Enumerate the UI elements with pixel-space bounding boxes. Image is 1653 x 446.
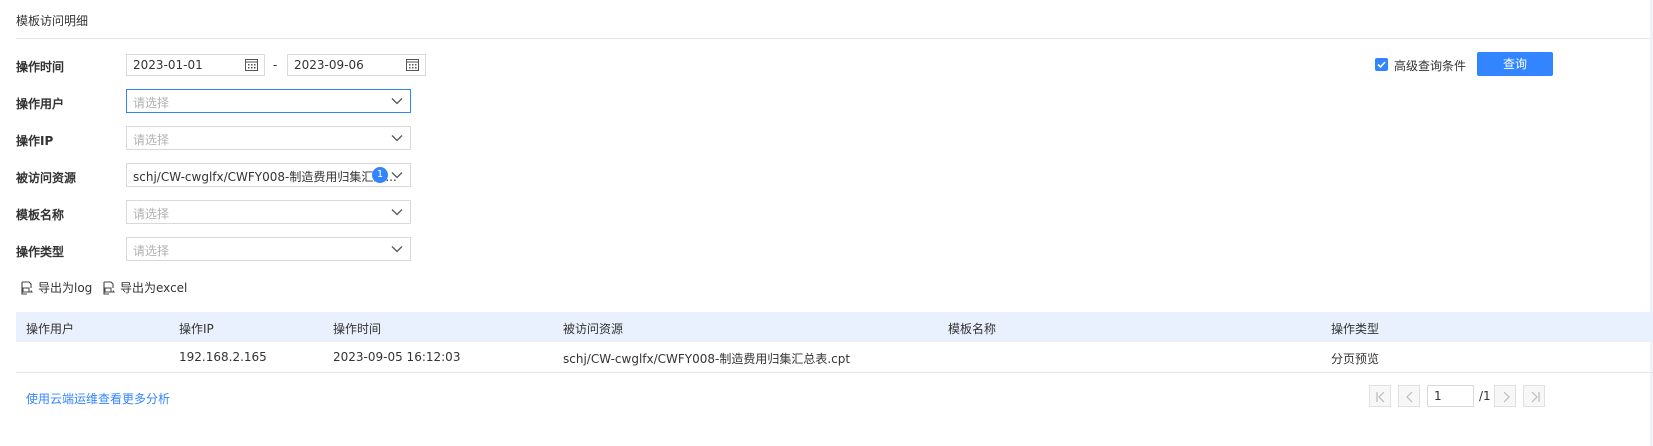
- query-button[interactable]: 查询: [1477, 52, 1553, 76]
- last-page-button[interactable]: [1523, 385, 1545, 407]
- export-log-button[interactable]: 导出为log: [20, 279, 92, 296]
- export-excel-label: 导出为excel: [120, 281, 188, 295]
- type-label: 操作类型: [16, 245, 65, 259]
- advanced-checkbox[interactable]: [1375, 58, 1388, 71]
- resource-value: schj/CW-cwglfx/CWFY008-制造费用归集汇总...: [133, 170, 397, 184]
- user-placeholder: 请选择: [133, 96, 170, 110]
- chevron-right-icon: [1503, 391, 1510, 403]
- date-separator: -: [273, 58, 278, 72]
- first-page-button[interactable]: [1369, 385, 1391, 407]
- chevron-down-icon: [391, 172, 403, 179]
- template-access-panel: 模板访问明细 操作时间 2023-01-01 - 2023-09-06 高级查询…: [0, 0, 1653, 446]
- cell-resource: schj/CW-cwglfx/CWFY008-制造费用归集汇总表.cpt: [563, 352, 851, 366]
- time-label: 操作时间: [16, 60, 65, 74]
- next-page-button[interactable]: [1494, 385, 1516, 407]
- date-from-value: 2023-01-01: [133, 58, 203, 72]
- first-page-icon: [1376, 391, 1385, 403]
- page-number-input[interactable]: 1: [1427, 385, 1474, 407]
- cell-time: 2023-09-05 16:12:03: [333, 350, 461, 364]
- check-icon: [1377, 61, 1386, 69]
- export-excel-button[interactable]: 导出为excel: [102, 279, 187, 296]
- date-from-input[interactable]: 2023-01-01: [126, 54, 265, 76]
- ip-placeholder: 请选择: [133, 133, 170, 147]
- export-log-label: 导出为log: [38, 281, 93, 295]
- column-header-type[interactable]: 操作类型: [1331, 320, 1379, 337]
- cell-type: 分页预览: [1331, 352, 1380, 366]
- export-file-icon: [21, 280, 33, 295]
- chevron-down-icon: [391, 209, 403, 216]
- date-to-value: 2023-09-06: [294, 58, 364, 72]
- column-header-user[interactable]: 操作用户: [26, 320, 74, 337]
- type-placeholder: 请选择: [133, 244, 170, 258]
- date-to-input[interactable]: 2023-09-06: [287, 54, 426, 76]
- cell-ip: 192.168.2.165: [179, 350, 267, 364]
- table-header: 操作用户 操作IP 操作时间 被访问资源 模板名称 操作类型: [16, 312, 1653, 342]
- user-select[interactable]: 请选择: [126, 89, 411, 113]
- chevron-down-icon: [391, 246, 403, 253]
- chevron-down-icon: [391, 135, 403, 142]
- resource-select[interactable]: schj/CW-cwglfx/CWFY008-制造费用归集汇总... 1: [126, 163, 411, 187]
- calendar-icon[interactable]: [406, 58, 419, 71]
- advanced-label[interactable]: 高级查询条件: [1394, 57, 1466, 74]
- calendar-icon[interactable]: [245, 58, 258, 71]
- export-file-icon: [103, 280, 115, 295]
- page-total: /1: [1479, 389, 1491, 403]
- cloud-analysis-link[interactable]: 使用云端运维查看更多分析: [26, 390, 170, 407]
- column-header-template[interactable]: 模板名称: [948, 320, 996, 337]
- template-label: 模板名称: [16, 208, 65, 222]
- column-header-resource[interactable]: 被访问资源: [563, 320, 623, 337]
- chevron-left-icon: [1406, 391, 1413, 403]
- template-placeholder: 请选择: [133, 207, 170, 221]
- panel-title: 模板访问明细: [16, 14, 89, 28]
- table-row[interactable]: 192.168.2.165 2023-09-05 16:12:03 schj/C…: [16, 342, 1653, 373]
- ip-label: 操作IP: [16, 134, 54, 148]
- type-select[interactable]: 请选择: [126, 237, 411, 261]
- template-select[interactable]: 请选择: [126, 200, 411, 224]
- user-label: 操作用户: [16, 97, 65, 111]
- page-number-value: 1: [1434, 389, 1442, 403]
- last-page-icon: [1531, 391, 1540, 403]
- resource-label: 被访问资源: [16, 171, 77, 185]
- title-divider: [16, 38, 1650, 39]
- selected-count-badge: 1: [372, 167, 388, 183]
- ip-select[interactable]: 请选择: [126, 126, 411, 150]
- column-header-time[interactable]: 操作时间: [333, 320, 381, 337]
- prev-page-button[interactable]: [1398, 385, 1420, 407]
- column-header-ip[interactable]: 操作IP: [179, 320, 214, 337]
- chevron-down-icon: [391, 98, 403, 105]
